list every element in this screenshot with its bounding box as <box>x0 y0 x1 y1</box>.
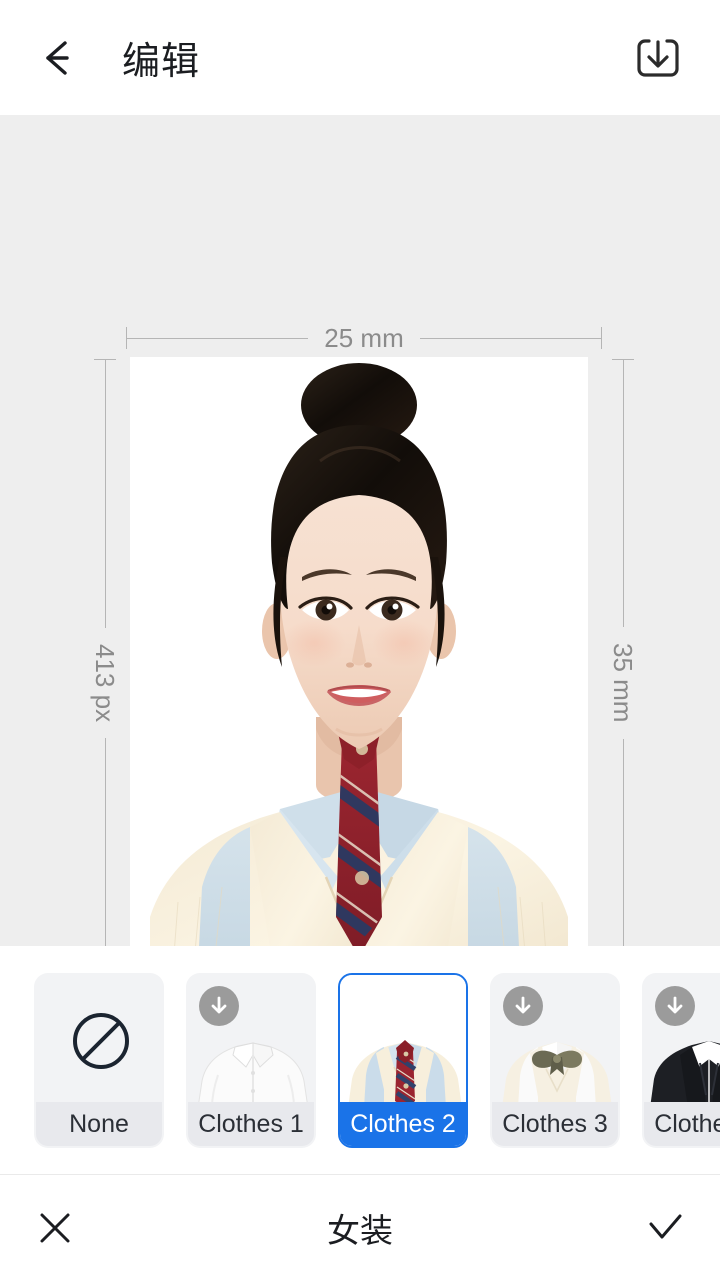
ruler-right-height-mm: 35 mm <box>608 359 638 1007</box>
download-arrow-icon <box>667 996 683 1014</box>
vest-tie-thumb <box>340 975 466 1108</box>
app-header: 编辑 <box>0 0 720 115</box>
photo-edit-canvas: 25 mm 295 px 413 px 35 mm <box>0 115 720 1053</box>
check-icon <box>649 1214 682 1238</box>
ruler-top-width-mm: 25 mm <box>126 323 602 353</box>
confirm-button[interactable] <box>610 1175 720 1280</box>
download-badge[interactable] <box>503 986 543 1026</box>
ruler-line <box>622 360 624 628</box>
ruler-left-height-px: 413 px <box>90 359 120 1008</box>
clothes-item-label: None <box>36 1102 162 1146</box>
clothes-thumb-image <box>36 975 162 1108</box>
back-button[interactable] <box>20 18 100 98</box>
ruler-right-label: 35 mm <box>608 643 638 723</box>
page-title: 编辑 <box>122 39 201 83</box>
clothes-item-label: Clothes 1 <box>188 1102 314 1146</box>
clothes-item-2[interactable]: Clothes 2 <box>338 973 468 1148</box>
close-x-icon <box>40 1213 70 1242</box>
clothes-item-label: Clothes 2 <box>340 1102 466 1146</box>
save-download-button[interactable] <box>618 18 698 98</box>
id-photo-preview[interactable] <box>130 357 588 1007</box>
clothes-item-3[interactable]: Clothes 3 <box>490 973 620 1148</box>
clothes-item-label: Clothes 3 <box>492 1102 618 1146</box>
clothes-thumb-image <box>340 975 466 1108</box>
ruler-line <box>419 337 601 339</box>
download-badge[interactable] <box>655 986 695 1026</box>
ruler-line <box>127 337 309 339</box>
clothes-item-4[interactable]: Clothes 4 <box>642 973 720 1148</box>
clothes-list: None Clothes 1 Clothes 2 Clothes 3 Cloth <box>34 973 720 1148</box>
ruler-tick-right <box>601 327 602 349</box>
ruler-left-label: 413 px <box>90 643 120 723</box>
download-arrow-icon <box>515 996 531 1014</box>
bottom-action-bar: 女装 <box>0 1175 720 1280</box>
ruler-top-label: 25 mm <box>324 323 404 353</box>
portrait-photo <box>130 357 588 1007</box>
arrow-left-icon <box>46 40 69 75</box>
clothes-item-1[interactable]: Clothes 1 <box>186 973 316 1148</box>
clothes-thumbnail-strip[interactable]: None Clothes 1 Clothes 2 Clothes 3 Cloth <box>0 946 720 1174</box>
ruler-line <box>104 360 106 628</box>
no-clothes-icon <box>36 975 162 1108</box>
cancel-button[interactable] <box>0 1175 110 1280</box>
download-save-icon <box>637 39 679 77</box>
clothes-item-none[interactable]: None <box>34 973 164 1148</box>
download-arrow-icon <box>211 996 227 1014</box>
clothes-item-label: Clothes 4 <box>644 1102 720 1146</box>
download-badge[interactable] <box>199 986 239 1026</box>
